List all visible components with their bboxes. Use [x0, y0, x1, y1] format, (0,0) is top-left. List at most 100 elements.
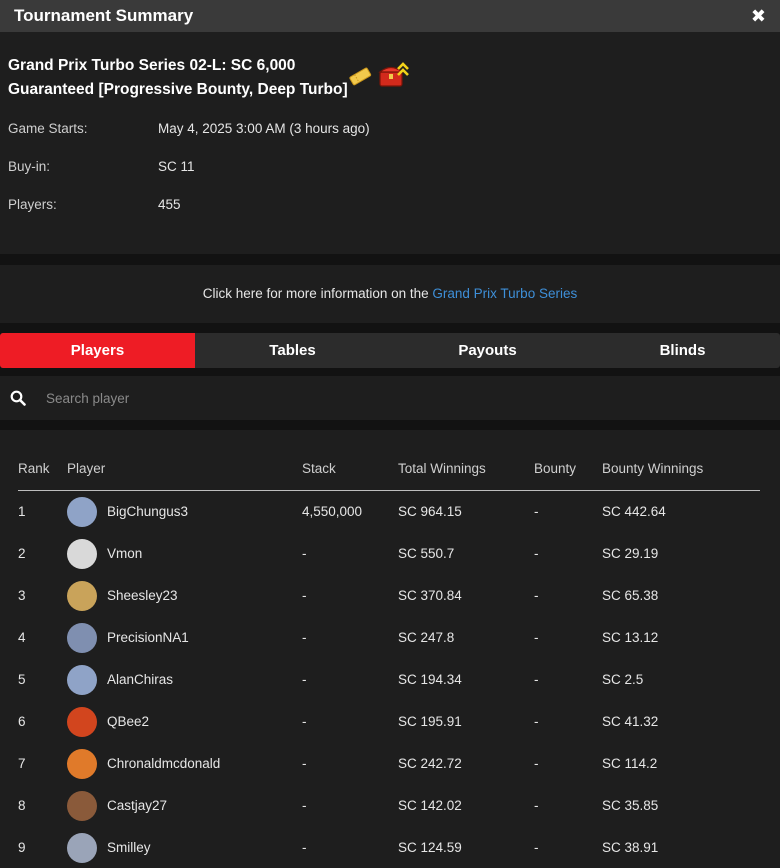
tournament-name: Grand Prix Turbo Series 02-L: SC 6,000 G… [8, 57, 348, 98]
bounty-winnings-cell: SC 2.5 [602, 672, 644, 687]
column-header-total-winnings[interactable]: Total Winnings [398, 458, 534, 491]
table-row[interactable]: 2 Vmon - SC 550.7 - SC 29.19 [18, 533, 760, 575]
table-row[interactable]: 5 AlanChiras - SC 194.34 - SC 2.5 [18, 659, 760, 701]
player-cell[interactable]: AlanChiras [67, 659, 302, 701]
bounty-winnings-cell: SC 65.38 [602, 588, 659, 603]
column-header-rank[interactable]: Rank [18, 458, 67, 491]
player-name[interactable]: BigChungus3 [107, 504, 188, 519]
rank-cell: 7 [18, 756, 26, 771]
column-header-bounty-winnings[interactable]: Bounty Winnings [602, 458, 760, 491]
player-name[interactable]: PrecisionNA1 [107, 630, 189, 645]
tab-blinds[interactable]: Blinds [585, 333, 780, 368]
avatar [67, 622, 97, 653]
table-row[interactable]: 9 Smilley - SC 124.59 - SC 38.91 [18, 827, 760, 868]
tab-players[interactable]: Players [0, 333, 195, 368]
search-bar [0, 376, 780, 420]
column-header-stack[interactable]: Stack [302, 458, 398, 491]
game-starts-value: May 4, 2025 3:00 AM (3 hours ago) [158, 121, 370, 136]
stack-cell: - [302, 798, 307, 813]
player-name[interactable]: QBee2 [107, 714, 149, 729]
rank-cell: 6 [18, 714, 26, 729]
bounty-cell: - [534, 672, 539, 687]
players-label: Players: [8, 197, 57, 212]
avatar [67, 748, 97, 779]
buyin-value: SC 11 [158, 159, 195, 174]
tab-payouts[interactable]: Payouts [390, 333, 585, 368]
total-winnings-cell: SC 142.02 [398, 798, 462, 813]
stack-cell: - [302, 714, 307, 729]
players-table: Rank Player Stack Total Winnings Bounty … [18, 458, 760, 868]
bounty-cell: - [534, 756, 539, 771]
avatar [67, 496, 97, 527]
rank-cell: 5 [18, 672, 26, 687]
window-title: Tournament Summary [14, 6, 194, 25]
search-icon[interactable] [10, 390, 26, 406]
table-row[interactable]: 6 QBee2 - SC 195.91 - SC 41.32 [18, 701, 760, 743]
player-cell[interactable]: Chronaldmcdonald [67, 743, 302, 785]
bounty-cell: - [534, 546, 539, 561]
avatar [67, 790, 97, 821]
avatar [67, 832, 97, 863]
total-winnings-cell: SC 550.7 [398, 546, 455, 561]
rank-cell: 2 [18, 546, 26, 561]
column-header-player[interactable]: Player [67, 458, 302, 491]
player-cell[interactable]: Castjay27 [67, 785, 302, 827]
player-cell[interactable]: QBee2 [67, 701, 302, 743]
players-value: 455 [158, 197, 181, 212]
table-row[interactable]: 7 Chronaldmcdonald - SC 242.72 - SC 114.2 [18, 743, 760, 785]
total-winnings-cell: SC 247.8 [398, 630, 455, 645]
player-cell[interactable]: PrecisionNA1 [67, 617, 302, 659]
bounty-winnings-cell: SC 13.12 [602, 630, 659, 645]
total-winnings-cell: SC 124.59 [398, 840, 462, 855]
stack-cell: - [302, 546, 307, 561]
player-name[interactable]: Smilley [107, 840, 151, 855]
total-winnings-cell: SC 370.84 [398, 588, 462, 603]
game-starts-label: Game Starts: [8, 121, 88, 136]
rank-cell: 1 [18, 504, 26, 519]
table-row[interactable]: 3 Sheesley23 - SC 370.84 - SC 65.38 [18, 575, 760, 617]
ticket-icon [349, 67, 372, 86]
series-info-text: Click here for more information on the [202, 286, 429, 301]
series-info-banner: Click here for more information on the G… [0, 265, 780, 323]
column-header-bounty[interactable]: Bounty [534, 458, 602, 491]
player-name[interactable]: AlanChiras [107, 672, 173, 687]
player-cell[interactable]: Vmon [67, 533, 302, 575]
avatar [67, 538, 97, 569]
tournament-info-panel: Grand Prix Turbo Series 02-L: SC 6,000 G… [0, 32, 780, 254]
buyin-label: Buy-in: [8, 159, 51, 174]
player-name[interactable]: Vmon [107, 546, 142, 561]
total-winnings-cell: SC 242.72 [398, 756, 462, 771]
tab-tables[interactable]: Tables [195, 333, 390, 368]
player-cell[interactable]: Sheesley23 [67, 575, 302, 617]
stack-cell: - [302, 756, 307, 771]
player-cell[interactable]: BigChungus3 [67, 491, 302, 533]
title-bar: Tournament Summary ✖ [0, 0, 780, 32]
total-winnings-cell: SC 195.91 [398, 714, 462, 729]
player-cell[interactable]: Smilley [67, 827, 302, 868]
player-name[interactable]: Chronaldmcdonald [107, 756, 220, 771]
bounty-cell: - [534, 588, 539, 603]
player-name[interactable]: Sheesley23 [107, 588, 178, 603]
series-link[interactable]: Grand Prix Turbo Series [432, 286, 577, 301]
player-name[interactable]: Castjay27 [107, 798, 167, 813]
close-icon[interactable]: ✖ [751, 6, 766, 26]
table-header-row: Rank Player Stack Total Winnings Bounty … [18, 458, 760, 491]
table-row[interactable]: 4 PrecisionNA1 - SC 247.8 - SC 13.12 [18, 617, 760, 659]
rank-cell: 9 [18, 840, 26, 855]
rank-cell: 4 [18, 630, 26, 645]
bounty-winnings-cell: SC 442.64 [602, 504, 666, 519]
treasure-chest-icon [378, 62, 409, 87]
table-row[interactable]: 1 BigChungus3 4,550,000 SC 964.15 - SC 442.64 [18, 490, 760, 533]
search-input[interactable] [46, 386, 646, 410]
stack-cell: 4,550,000 [302, 504, 363, 519]
stack-cell: - [302, 588, 307, 603]
bounty-cell: - [534, 630, 539, 645]
bounty-winnings-cell: SC 29.19 [602, 546, 659, 561]
bounty-winnings-cell: SC 114.2 [602, 756, 658, 771]
table-row[interactable]: 8 Castjay27 - SC 142.02 - SC 35.85 [18, 785, 760, 827]
bounty-cell: - [534, 840, 539, 855]
stack-cell: - [302, 630, 307, 645]
total-winnings-cell: SC 194.34 [398, 672, 462, 687]
bounty-winnings-cell: SC 38.91 [602, 840, 659, 855]
bounty-cell: - [534, 714, 539, 729]
